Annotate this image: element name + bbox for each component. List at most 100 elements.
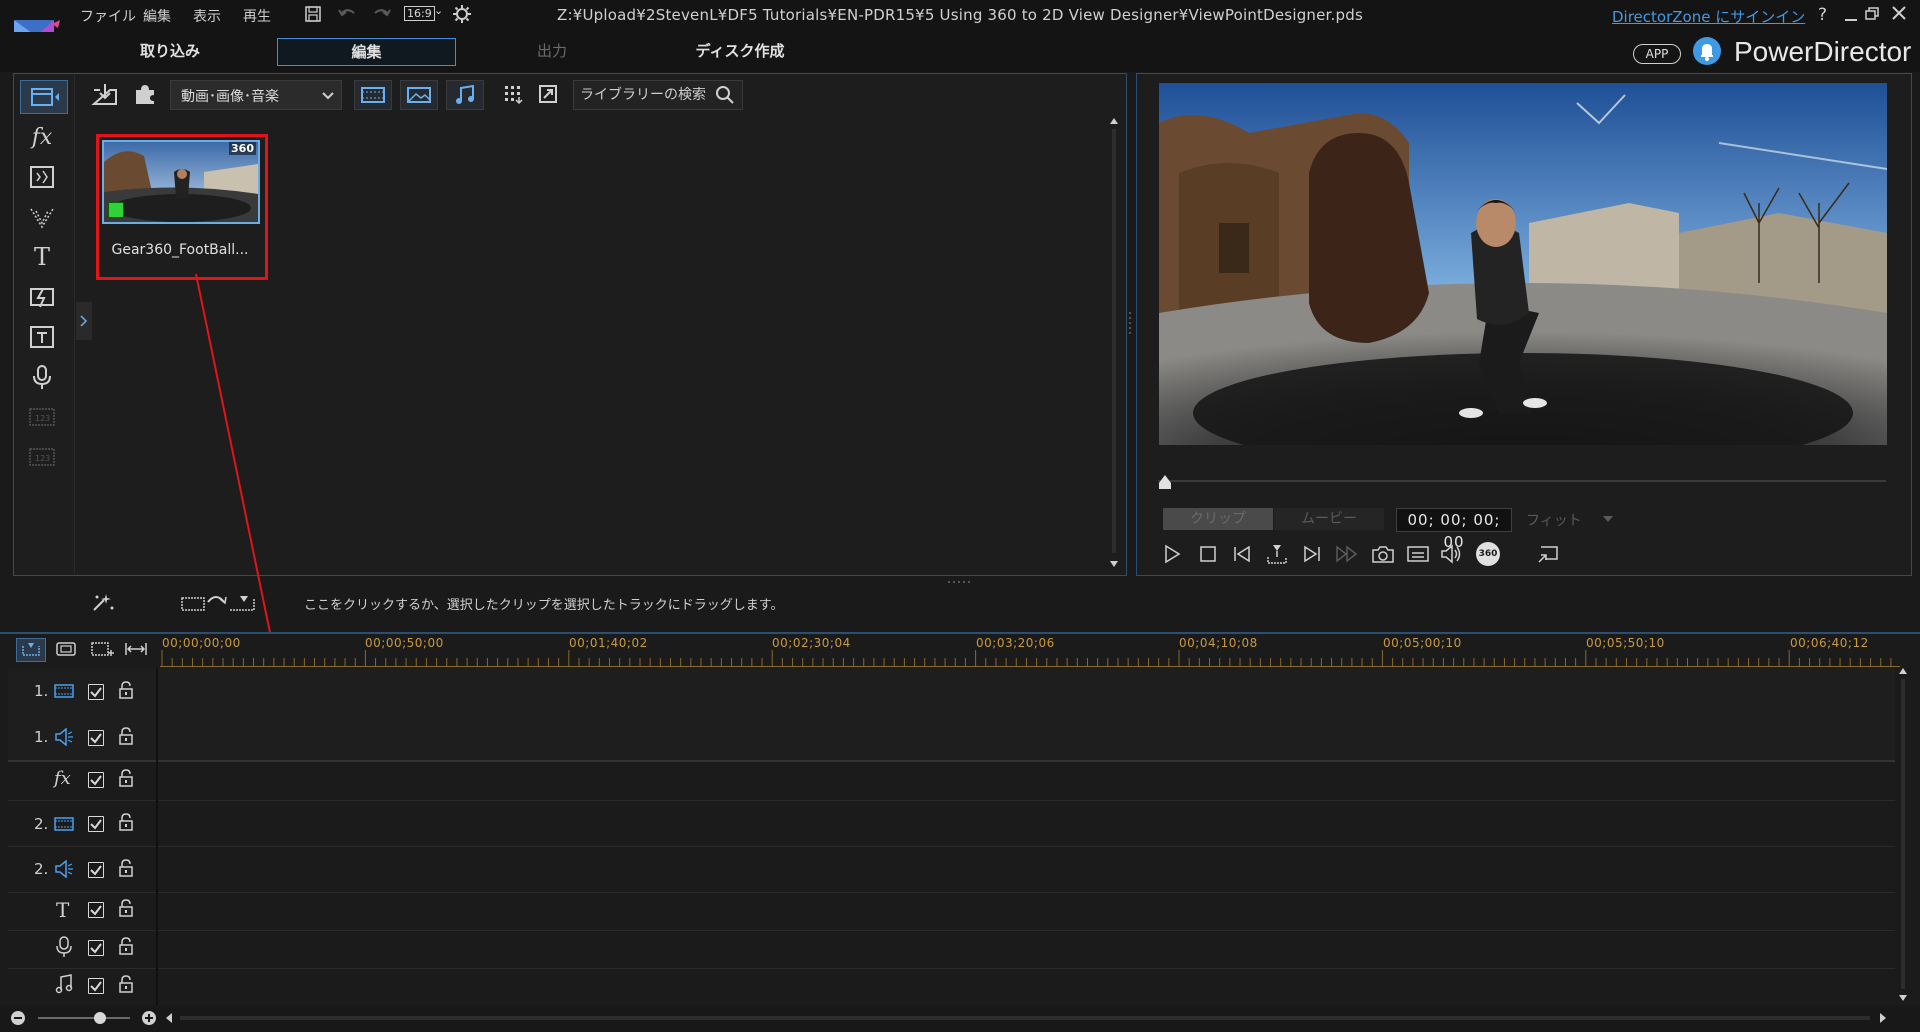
zoom-out-icon	[11, 1011, 25, 1025]
track-row-title[interactable]	[8, 892, 1895, 931]
timeline-hint-text[interactable]: ここをクリックするか、選択したクリップを選択したトラックにドラッグします。	[304, 594, 783, 613]
notification-bell-icon[interactable]	[1693, 37, 1721, 65]
track-row-video-1[interactable]	[8, 668, 1895, 715]
subtitle-icon	[1407, 546, 1429, 562]
preview-video-frame[interactable]	[1159, 83, 1887, 445]
media-type-dropdown[interactable]: 動画･画像･音楽	[170, 80, 342, 110]
undock-icon	[1538, 546, 1558, 563]
expand-panel-button[interactable]	[76, 302, 92, 340]
storyboard-view-button[interactable]	[52, 638, 80, 660]
volume-button[interactable]	[1438, 540, 1466, 568]
fit-label: フィット	[1526, 513, 1582, 529]
track-enable-checkbox[interactable]	[88, 730, 104, 746]
fx-track-icon: fx	[54, 768, 71, 789]
track-row-fx[interactable]	[8, 760, 1895, 801]
pip-room-icon[interactable]	[24, 162, 60, 192]
import-media-button[interactable]	[90, 80, 120, 108]
lock-icon[interactable]	[118, 812, 134, 832]
track-enable-checkbox[interactable]	[88, 978, 104, 994]
next-frame-button[interactable]	[1298, 540, 1326, 568]
zoom-slider-thumb[interactable]	[94, 1012, 106, 1024]
track-enable-checkbox[interactable]	[88, 772, 104, 788]
timeline-mode-button[interactable]	[16, 638, 46, 662]
view-360-button[interactable]: 360	[1474, 540, 1502, 568]
zoom-fit-dropdown[interactable]: フィット	[1518, 508, 1622, 530]
undock-preview-button[interactable]	[1534, 540, 1562, 568]
storyboard-toggle-button[interactable]	[178, 590, 264, 616]
track-row-voice[interactable]	[8, 930, 1895, 969]
subtitle-room-icon[interactable]	[24, 322, 60, 352]
restore-button[interactable]	[1864, 6, 1882, 22]
fit-timeline-button[interactable]	[122, 638, 150, 660]
track-row-audio-2[interactable]	[8, 846, 1895, 893]
lock-icon[interactable]	[118, 768, 134, 788]
sort-view-button[interactable]	[496, 80, 532, 108]
zoom-in-button[interactable]	[141, 1010, 157, 1026]
tab-disc[interactable]: ディスク作成	[680, 38, 800, 64]
stop-button[interactable]	[1194, 540, 1222, 568]
playback-slider[interactable]	[1158, 474, 1886, 490]
horizontal-splitter-handle[interactable]	[947, 581, 973, 585]
chapter-room-icon[interactable]: 123	[24, 402, 60, 432]
enlarge-thumbnails-button[interactable]	[530, 80, 566, 108]
subtitle-edit-room-icon[interactable]: 123	[24, 442, 60, 472]
magic-tools-button[interactable]	[88, 590, 118, 616]
tab-edit[interactable]: 編集	[277, 38, 456, 66]
title-room-icon[interactable]: T	[24, 242, 60, 272]
movie-mode-toggle[interactable]: ムービー	[1274, 508, 1384, 530]
track-enable-checkbox[interactable]	[88, 684, 104, 700]
filter-audio-button[interactable]	[446, 80, 484, 110]
panel-splitter-handle[interactable]	[1129, 310, 1133, 336]
lock-icon[interactable]	[118, 726, 134, 746]
search-icon[interactable]	[714, 85, 736, 105]
library-scrollbar[interactable]	[1107, 115, 1121, 570]
zoom-out-button[interactable]	[10, 1010, 26, 1026]
fast-forward-button[interactable]	[1333, 540, 1361, 568]
zoom-slider[interactable]	[38, 1010, 130, 1026]
transition-room-icon[interactable]	[24, 282, 60, 312]
timeline-vertical-scrollbar[interactable]	[1896, 665, 1910, 1005]
filter-video-button[interactable]	[354, 80, 392, 110]
tab-capture[interactable]: 取り込み	[120, 38, 220, 64]
tab-produce[interactable]: 出力	[502, 38, 602, 64]
track-row-audio-1[interactable]	[8, 714, 1895, 762]
library-search-input[interactable]	[578, 85, 710, 105]
voice-record-room-icon[interactable]	[24, 362, 60, 392]
library-search-box[interactable]	[573, 80, 743, 110]
timeline-horizontal-scrollbar[interactable]	[164, 1010, 1890, 1026]
import-icon	[91, 84, 117, 105]
lock-icon[interactable]	[118, 680, 134, 700]
timecode-display[interactable]: 00; 00; 00; 00	[1396, 508, 1512, 551]
split-button[interactable]	[1263, 540, 1291, 568]
music-note-icon	[456, 84, 474, 104]
track-enable-checkbox[interactable]	[88, 816, 104, 832]
lock-icon[interactable]	[118, 936, 134, 956]
app-badge-button[interactable]: APP	[1633, 44, 1681, 64]
lock-icon[interactable]	[118, 974, 134, 994]
lock-icon[interactable]	[118, 858, 134, 878]
subtitle-toggle-button[interactable]	[1404, 540, 1432, 568]
previous-frame-button[interactable]	[1228, 540, 1256, 568]
plugins-button[interactable]	[130, 80, 160, 108]
minimize-button[interactable]	[1843, 6, 1859, 22]
slider-thumb-icon[interactable]	[1158, 474, 1172, 490]
track-enable-checkbox[interactable]	[88, 940, 104, 956]
track-enable-checkbox[interactable]	[88, 862, 104, 878]
media-room-button[interactable]	[20, 80, 68, 114]
library-clip-thumbnail[interactable]: 360	[102, 140, 260, 224]
filter-image-button[interactable]	[400, 80, 438, 110]
clip-mode-toggle[interactable]: クリップ	[1163, 508, 1273, 530]
track-enable-checkbox[interactable]	[88, 902, 104, 918]
fx-room-icon[interactable]: fx	[24, 122, 60, 152]
lock-icon[interactable]	[118, 898, 134, 918]
music-track-icon	[55, 974, 73, 994]
track-row-video-2[interactable]	[8, 800, 1895, 847]
help-button[interactable]: ?	[1818, 5, 1827, 25]
particle-room-icon[interactable]	[24, 202, 60, 232]
play-button[interactable]	[1158, 540, 1186, 568]
directorzone-signin-link[interactable]: DirectorZone にサインイン	[1612, 6, 1805, 27]
snapshot-button[interactable]	[1369, 540, 1397, 568]
close-button[interactable]	[1890, 4, 1908, 22]
track-manager-button[interactable]	[88, 638, 116, 660]
track-row-music[interactable]	[8, 968, 1895, 1007]
